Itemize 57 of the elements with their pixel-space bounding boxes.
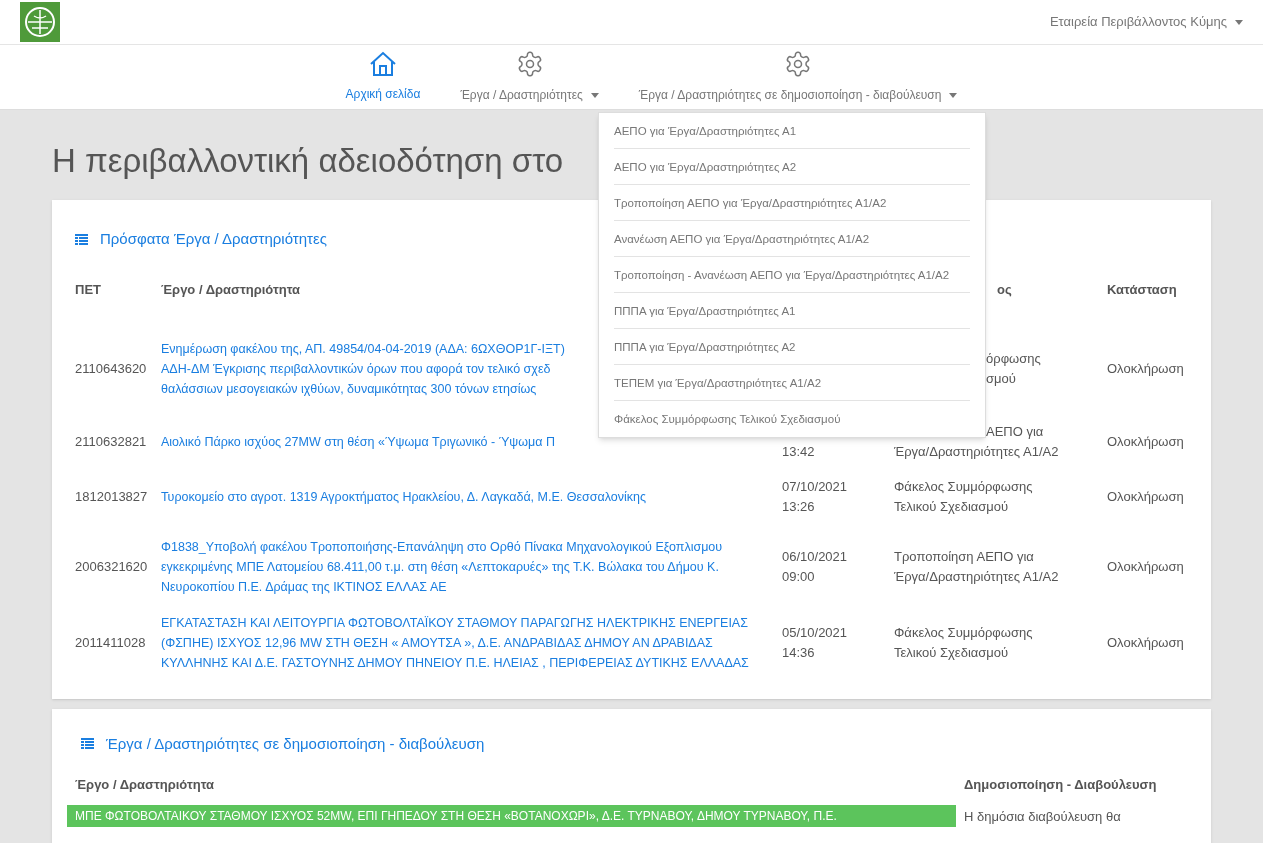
column-header: Έργο / Δραστηριότητα [74, 776, 216, 794]
project-link[interactable]: Τυροκομείο στο αγροτ. 1319 Αγροκτήματος Ηρακλείου, Δ. Λαγκαδά, Μ.Ε. Θεσσαλονίκης [161, 486, 770, 507]
menu-item[interactable]: ΑΕΠΟ για Έργα/Δραστηριότητες Α2 [614, 149, 970, 185]
table-cell-text: 06/10/2021 [782, 547, 849, 566]
home-icon [369, 51, 397, 77]
table-cell-text: Φάκελος Συμμόρφωσης [894, 623, 1034, 642]
menu-item[interactable]: ΑΕΠΟ για Έργα/Δραστηριότητες Α1 [614, 113, 970, 149]
card-title: Πρόσφατα Έργα / Δραστηριότητες [100, 229, 327, 249]
user-menu[interactable]: Εταιρεία Περιβάλλοντος Κύμης [1049, 12, 1243, 32]
menu-item[interactable]: Τροποποίηση ΑΕΠΟ για Έργα/Δραστηριότητες Α1/Α2 [614, 185, 970, 221]
table-cell-text: 05/10/2021 [782, 623, 849, 642]
table-cell: 2110632821 [75, 433, 147, 449]
table-cell-text: Η δημόσια διαβούλευση θα [963, 807, 1121, 826]
table-cell: Ολοκλήρωση [1107, 433, 1184, 449]
column-header: ΠΕΤ [75, 281, 101, 297]
project-link[interactable]: Φ1838_Υποβολή φακέλου Τροποποιήσης-Επανάληψη στο Ορθό Πίνακα Μηχανολογικού Εξοπλισμου εγκεκριμένης ΜΠΕ Λατομείου 68.411,00 τ.μ. στη θέση «Λεπτοκαρυές» της Τ.Κ. Βώλακα του Δήμου Κ. Νευροκοπίου Π.Ε. Δράμας της ΙΚΤΙΝΟΣ ΕΛΛΑΣ ΑΕ [161, 536, 770, 597]
card-title: Έργα / Δραστηριότητες σε δημοσιοποίηση - διαβούλευση [106, 733, 485, 754]
table-icon [81, 738, 94, 750]
table-cell-text: 07/10/2021 [782, 477, 849, 496]
caret-icon [1235, 19, 1243, 25]
menu-item[interactable]: Ανανέωση ΑΕΠΟ για Έργα/Δραστηριότητες Α1/Α2 [614, 221, 970, 257]
table-cell-text: Φάκελος Συμμόρφωσης [894, 477, 1034, 496]
table-cell-text: σμού [985, 369, 1017, 388]
table-cell-text: 14:36 [782, 643, 816, 662]
table-cell-text: 13:42 [782, 442, 816, 461]
menu-item[interactable]: ΠΠΠΑ για Έργα/Δραστηριότητες Α2 [614, 329, 970, 365]
table-cell-text: Τελικού Σχεδιασμού [894, 643, 1010, 662]
column-header: Κατάσταση [1107, 281, 1177, 297]
table-cell: Ολοκλήρωση [1107, 488, 1184, 504]
table-cell-text: Έργα/Δραστηριότητες Α1/Α2 [894, 442, 1060, 461]
table-cell-text: όρφωσης [985, 349, 1042, 368]
table-cell: 2011411028 [75, 634, 146, 650]
column-header: Δημοσιοποίηση - Διαβούλευση [963, 776, 1157, 794]
table-cell-text: Τελικού Σχεδιασμού [894, 497, 1010, 516]
nav-tab[interactable]: Έργα / Δραστηριότητες σε δημοσιοποίηση - διαβούλευση [618, 45, 978, 109]
table-cell: 2110643620 [75, 360, 147, 376]
table-cell: Ολοκλήρωση [1107, 634, 1184, 650]
project-link[interactable]: ΕΓΚΑΤΑΣΤΑΣΗ ΚΑΙ ΛΕΙΤΟΥΡΓΙΑ ΦΩΤΟΒΟΛΤΑΪΚΟΥ ΣΤΑΘΜΟΥ ΠΑΡΑΓΩΓΗΣ ΗΛΕΚΤΡΙΚΗΣ ΕΝΕΡΓΕΙΑΣ (ΦΣΠΗΕ) ΙΣΧΥΟΣ 12,96 MW ΣΤΗ ΘΕΣΗ « ΑΜΟΥΤΣΑ », Δ.Ε. ΑΝΔΡΑΒΙΔΑΣ ΔΗΜΟΥ ΑΝ ΔΡΑΒΙΔΑΣ ΚΥΛΛΗΝΗΣ ΚΑΙ Δ.Ε. ΓΑΣΤΟΥΝΗΣ ΔΗΜΟΥ ΠΗΝΕΙΟΥ Π.Ε. ΗΛΕΙΑΣ , ΠΕΡΙΦΕΡΕΙΑΣ ΔΥΤΙΚΗΣ ΕΛΛΑΔΑΣ [161, 612, 770, 673]
nav-tab[interactable]: Έργα / Δραστηριότητες [440, 45, 619, 109]
table-cell-text: Έργα/Δραστηριότητες Α1/Α2 [894, 567, 1060, 586]
table-cell: Ολοκλήρωση [1107, 360, 1184, 376]
table-cell: 2006321620 [75, 558, 148, 574]
menu-item[interactable]: Τροποποίηση - Ανανέωση ΑΕΠΟ για Έργα/Δραστηριότητες Α1/Α2 [614, 257, 970, 293]
table-cell: Ολοκλήρωση [1107, 558, 1184, 574]
table-icon [75, 233, 88, 245]
table-cell: 1812013827 [75, 488, 148, 504]
nav-tab[interactable]: Αρχική σελίδα [325, 45, 441, 109]
column-header: Έργο / Δραστηριότητα [161, 281, 301, 297]
table-cell-text: Τροποποίηση ΑΕΠΟ για [894, 547, 1035, 566]
page-title: Η περιβαλλοντική αδειοδότηση στο [52, 141, 564, 181]
table-cell-text: 09:00 [782, 567, 816, 586]
menu-item[interactable]: ΠΠΠΑ για Έργα/Δραστηριότητες Α1 [614, 293, 970, 329]
menu-item[interactable]: ΤΕΠΕΜ για Έργα/Δραστηριότητες Α1/Α2 [614, 365, 970, 401]
logo[interactable] [20, 2, 60, 42]
column-header: ος [997, 281, 1012, 297]
table-cell-text: 13:26 [782, 497, 816, 516]
table-cell-text: ΑΕΠΟ για [985, 422, 1045, 441]
